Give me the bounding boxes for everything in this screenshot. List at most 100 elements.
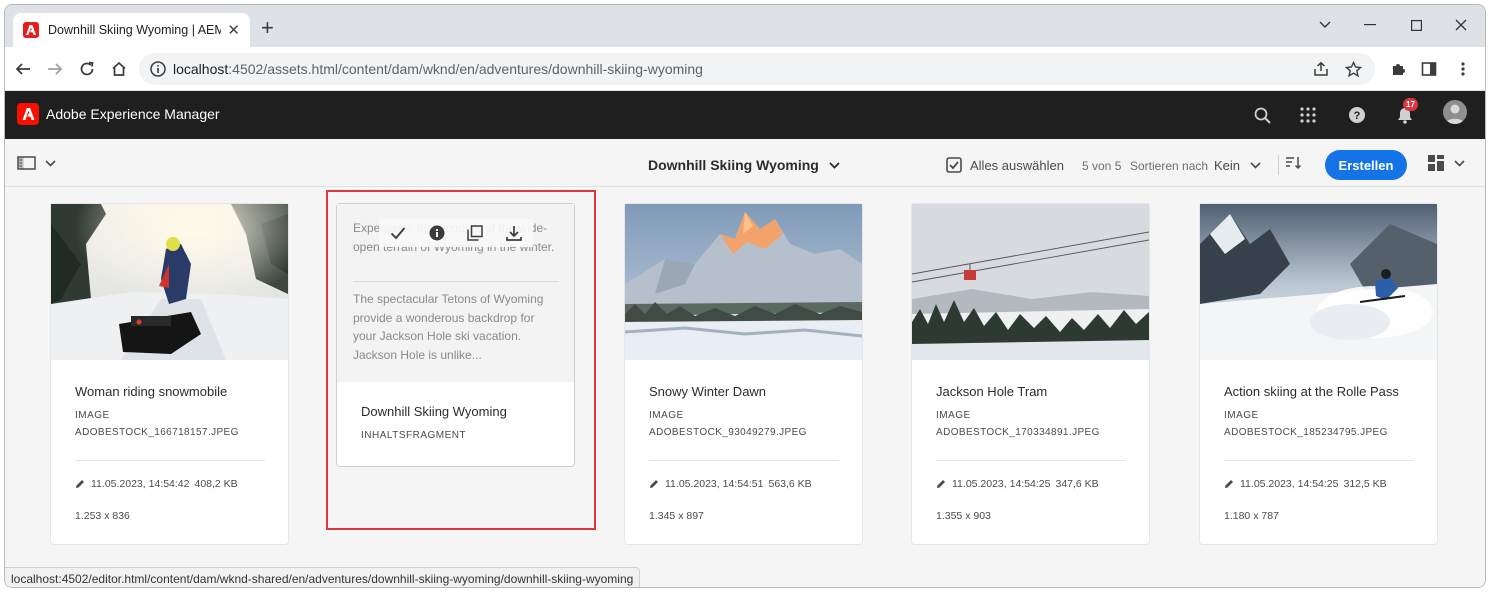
chevron-down-icon xyxy=(1454,159,1465,167)
url-path: :4502/assets.html/content/dam/wknd/en/ad… xyxy=(228,61,703,77)
page-title: Downhill Skiing Wyoming xyxy=(648,157,819,173)
fragment-preview-text-2: The spectacular Tetons of Wyoming provid… xyxy=(353,292,544,362)
asset-filename: ADOBESTOCK_170334891.JPEG xyxy=(936,427,1100,438)
select-checkmark-icon[interactable] xyxy=(386,221,410,245)
tab-strip: Downhill Skiing Wyoming | AEM ✕ + xyxy=(5,5,1485,47)
asset-type: Image xyxy=(936,410,971,421)
browser-window: Downhill Skiing Wyoming | AEM ✕ + localh… xyxy=(4,4,1486,588)
share-icon[interactable] xyxy=(1311,59,1331,79)
forward-arrow-icon[interactable] xyxy=(43,57,67,81)
svg-text:?: ? xyxy=(1354,110,1361,122)
asset-filename: ADOBESTOCK_166718157.JPEG xyxy=(75,427,239,438)
search-icon[interactable] xyxy=(1252,105,1272,125)
asset-dimensions: 1.180 x 787 xyxy=(1224,510,1279,522)
asset-type: Image xyxy=(649,410,684,421)
divider xyxy=(353,281,559,282)
select-all-button[interactable]: Alles auswählen xyxy=(946,157,1064,173)
sort-order-icon xyxy=(1286,157,1301,170)
chevron-down-icon xyxy=(1250,162,1261,169)
select-all-checkbox-icon xyxy=(946,157,962,173)
asset-dimensions: 1.345 x 897 xyxy=(649,510,704,522)
pencil-icon xyxy=(650,480,658,488)
content-fragment-card[interactable]: Experience the wonders of the wide-open … xyxy=(337,204,574,466)
help-icon[interactable]: ? xyxy=(1347,105,1367,125)
side-panel-icon[interactable] xyxy=(1419,59,1439,79)
fragment-type: Inhaltsfragment xyxy=(361,430,467,441)
card-view-icon xyxy=(1428,155,1444,171)
sort-value: Kein xyxy=(1214,158,1241,173)
folder-title-dropdown[interactable]: Downhill Skiing Wyoming xyxy=(648,157,840,173)
new-tab-button[interactable]: + xyxy=(261,17,274,39)
browser-tab-active[interactable]: Downhill Skiing Wyoming | AEM ✕ xyxy=(13,13,250,47)
view-switcher-button[interactable] xyxy=(1428,155,1465,171)
asset-dimensions: 1.355 x 903 xyxy=(936,510,991,522)
asset-size: 408,2 KB xyxy=(194,478,238,490)
tab-title: Downhill Skiing Wyoming | AEM xyxy=(48,23,222,37)
maximize-icon[interactable] xyxy=(1401,13,1431,37)
item-count: 5 von 5 xyxy=(1082,159,1122,173)
url-text: localhost:4502/assets.html/content/dam/w… xyxy=(173,61,703,77)
asset-thumbnail xyxy=(912,204,1149,360)
asset-filename: ADOBESTOCK_185234795.JPEG xyxy=(1224,427,1388,438)
asset-thumbnail xyxy=(51,204,288,360)
site-info-icon[interactable] xyxy=(149,60,167,78)
home-icon[interactable] xyxy=(107,57,131,81)
address-bar[interactable]: localhost:4502/assets.html/content/dam/w… xyxy=(139,53,1375,85)
properties-info-icon[interactable] xyxy=(425,221,449,245)
tab-close-icon[interactable]: ✕ xyxy=(227,23,240,38)
asset-size: 347,6 KB xyxy=(1055,478,1099,490)
reload-icon[interactable] xyxy=(75,57,99,81)
divider xyxy=(936,460,1126,461)
pencil-icon xyxy=(1225,480,1233,488)
rail-toggle-button[interactable] xyxy=(17,155,56,171)
solutions-grid-icon[interactable] xyxy=(1298,105,1318,125)
asset-card[interactable]: Action skiing at the Rolle Pass Image AD… xyxy=(1200,204,1437,544)
bookmark-star-icon[interactable] xyxy=(1343,59,1363,79)
quick-actions-bar xyxy=(379,219,533,247)
divider xyxy=(1278,155,1279,175)
asset-card[interactable]: Jackson Hole Tram Image ADOBESTOCK_17033… xyxy=(912,204,1149,544)
chevron-down-icon xyxy=(829,161,840,169)
close-window-icon[interactable] xyxy=(1446,13,1476,37)
asset-modified-meta: 11.05.2023, 14:54:25 312,5 KB xyxy=(1224,478,1387,490)
tab-search-chevron-icon[interactable] xyxy=(1310,13,1340,37)
copy-icon[interactable] xyxy=(463,221,487,245)
user-avatar[interactable] xyxy=(1443,100,1467,124)
link-status-bar: localhost:4502/editor.html/content/dam/w… xyxy=(5,567,641,587)
asset-filename: ADOBESTOCK_93049279.JPEG xyxy=(649,427,807,438)
sidebar-panel-icon xyxy=(17,156,36,170)
extensions-puzzle-icon[interactable] xyxy=(1388,59,1408,79)
product-title[interactable]: Adobe Experience Manager xyxy=(46,106,220,122)
asset-modified-date: 11.05.2023, 14:54:51 xyxy=(665,478,764,490)
download-icon[interactable] xyxy=(502,221,526,245)
asset-thumbnail xyxy=(1200,204,1437,360)
action-bar: Downhill Skiing Wyoming Alles auswählen … xyxy=(5,139,1485,187)
browser-menu-kebab-icon[interactable] xyxy=(1453,59,1473,79)
divider xyxy=(1224,460,1414,461)
divider xyxy=(75,460,265,461)
url-host: localhost xyxy=(173,61,229,77)
asset-dimensions: 1.253 x 836 xyxy=(75,510,130,522)
adobe-logo-icon[interactable] xyxy=(17,103,39,125)
sort-dropdown[interactable]: Kein xyxy=(1214,158,1261,173)
divider xyxy=(649,460,839,461)
asset-modified-date: 11.05.2023, 14:54:25 xyxy=(952,478,1051,490)
asset-title: Snowy Winter Dawn xyxy=(649,384,767,399)
asset-modified-date: 11.05.2023, 14:54:25 xyxy=(1240,478,1339,490)
asset-card[interactable]: Snowy Winter Dawn Image ADOBESTOCK_93049… xyxy=(625,204,862,544)
select-all-label: Alles auswählen xyxy=(970,157,1064,173)
sort-label: Sortieren nach xyxy=(1130,159,1209,173)
asset-modified-meta: 11.05.2023, 14:54:51 563,6 KB xyxy=(649,478,812,490)
asset-size: 312,5 KB xyxy=(1343,478,1387,490)
create-button[interactable]: Erstellen xyxy=(1325,150,1407,180)
asset-type: Image xyxy=(1224,410,1259,421)
minimize-icon[interactable] xyxy=(1355,13,1385,37)
sort-order-button[interactable] xyxy=(1285,156,1301,170)
aem-shell-header: Adobe Experience Manager ? xyxy=(5,91,1485,139)
asset-type: Image xyxy=(75,410,110,421)
asset-card[interactable]: Woman riding snowmobile Image ADOBESTOCK… xyxy=(51,204,288,544)
asset-title: Jackson Hole Tram xyxy=(936,384,1048,399)
back-arrow-icon[interactable] xyxy=(11,57,35,81)
asset-title: Action skiing at the Rolle Pass xyxy=(1224,384,1399,399)
adobe-favicon-icon xyxy=(23,22,39,38)
